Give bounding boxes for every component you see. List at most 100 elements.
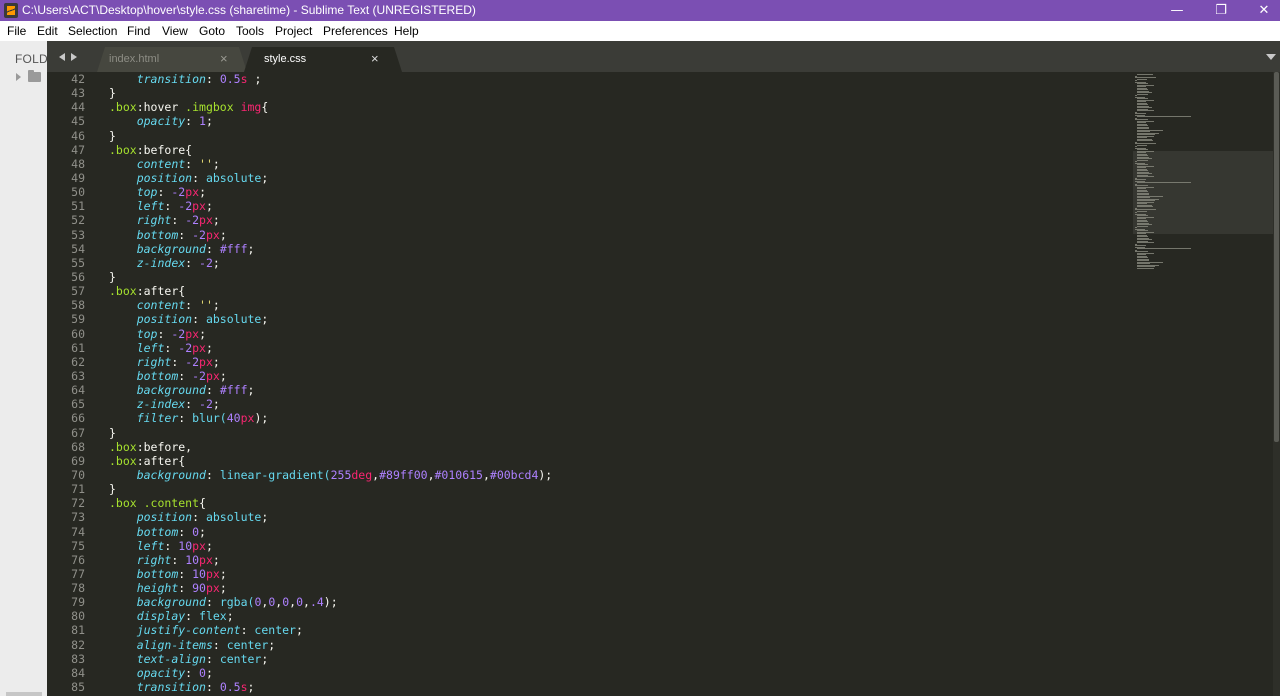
code-line[interactable]: content: ''; bbox=[109, 157, 552, 171]
menu-preferences[interactable]: Preferences bbox=[323, 24, 388, 38]
code-line[interactable]: .box:before, bbox=[109, 440, 552, 454]
maximize-button[interactable]: ❐ bbox=[1199, 0, 1243, 21]
code-line[interactable]: } bbox=[109, 129, 552, 143]
code-line[interactable]: } bbox=[109, 482, 552, 496]
menu-edit[interactable]: Edit bbox=[37, 24, 58, 38]
code-line[interactable]: justify-content: center; bbox=[109, 623, 552, 637]
code-line[interactable]: .box:after{ bbox=[109, 284, 552, 298]
code-line[interactable]: left: 10px; bbox=[109, 539, 552, 553]
code-line[interactable]: background: rgba(0,0,0,0,.4); bbox=[109, 595, 552, 609]
code-token: ); bbox=[254, 411, 269, 426]
code-token: background bbox=[136, 595, 206, 610]
code-token: -2 bbox=[185, 213, 200, 228]
code-token: ; bbox=[261, 651, 269, 666]
code-content[interactable]: transition: 0.5s ;} .box:hover .imgbox im… bbox=[109, 72, 552, 694]
menu-tools[interactable]: Tools bbox=[236, 24, 264, 38]
code-line[interactable]: .box:hover .imgbox img{ bbox=[109, 100, 552, 114]
code-editor[interactable]: 42 43 44 45 46 47 48 49 50 51 52 53 54 55 56 57 58 59 60 61… bbox=[47, 72, 1271, 696]
code-line[interactable]: top: -2px; bbox=[109, 327, 552, 341]
minimap-viewport[interactable] bbox=[1133, 151, 1273, 234]
code-line[interactable]: display: flex; bbox=[109, 609, 552, 623]
menu-goto[interactable]: Goto bbox=[199, 24, 225, 38]
code-line[interactable]: align-items: center; bbox=[109, 638, 552, 652]
folder-icon[interactable] bbox=[28, 70, 41, 82]
code-line[interactable]: content: ''; bbox=[109, 298, 552, 312]
code-token: s bbox=[240, 680, 248, 695]
code-token: ; bbox=[212, 354, 220, 369]
code-token: bottom bbox=[136, 227, 179, 242]
code-token: : bbox=[178, 566, 193, 581]
line-number: 60 bbox=[71, 326, 85, 341]
code-token: { bbox=[199, 496, 206, 511]
code-line[interactable]: text-align: center; bbox=[109, 652, 552, 666]
close-tab-icon[interactable]: × bbox=[371, 51, 379, 66]
code-line[interactable]: .box:after{ bbox=[109, 454, 552, 468]
code-line[interactable]: background: #fff; bbox=[109, 383, 552, 397]
code-line[interactable]: transition: 0.5s ; bbox=[109, 72, 552, 86]
code-line[interactable]: position: absolute; bbox=[109, 312, 552, 326]
menu-view[interactable]: View bbox=[162, 24, 188, 38]
line-number: 55 bbox=[71, 255, 85, 270]
code-line[interactable]: } bbox=[109, 270, 552, 284]
line-number: 48 bbox=[71, 156, 85, 171]
code-line[interactable]: bottom: -2px; bbox=[109, 369, 552, 383]
close-tab-icon[interactable]: × bbox=[220, 51, 228, 66]
code-line[interactable]: background: #fff; bbox=[109, 242, 552, 256]
code-line[interactable]: z-index: -2; bbox=[109, 256, 552, 270]
code-line[interactable]: right: -2px; bbox=[109, 213, 552, 227]
code-line[interactable]: } bbox=[109, 86, 552, 100]
code-token: ; bbox=[205, 340, 213, 355]
menu-file[interactable]: File bbox=[7, 24, 26, 38]
code-token: .box bbox=[109, 100, 137, 115]
code-line[interactable]: z-index: -2; bbox=[109, 397, 552, 411]
code-line[interactable]: } bbox=[109, 426, 552, 440]
code-line[interactable]: filter: blur(40px); bbox=[109, 411, 552, 425]
code-line[interactable]: position: absolute; bbox=[109, 510, 552, 524]
code-line[interactable]: left: -2px; bbox=[109, 341, 552, 355]
code-line[interactable]: opacity: 0; bbox=[109, 666, 552, 680]
tab-nav-right-icon[interactable] bbox=[71, 53, 77, 61]
code-line[interactable]: right: 10px; bbox=[109, 553, 552, 567]
code-token: background bbox=[136, 241, 206, 256]
code-line[interactable]: bottom: 0; bbox=[109, 525, 552, 539]
minimize-button[interactable]: — bbox=[1155, 0, 1199, 21]
code-token: top bbox=[136, 185, 158, 200]
scrollbar-thumb[interactable] bbox=[1274, 72, 1279, 442]
code-token: ; bbox=[205, 538, 213, 553]
vertical-scrollbar[interactable] bbox=[1273, 72, 1280, 696]
code-line[interactable]: position: absolute; bbox=[109, 171, 552, 185]
code-line[interactable]: transition: 0.5s; bbox=[109, 680, 552, 694]
minimap-line bbox=[1137, 110, 1155, 111]
line-number: 64 bbox=[71, 383, 85, 398]
code-line[interactable]: opacity: 1; bbox=[109, 114, 552, 128]
code-line[interactable]: bottom: -2px; bbox=[109, 228, 552, 242]
sidebar-scrollbar[interactable] bbox=[6, 692, 42, 696]
menu-find[interactable]: Find bbox=[127, 24, 150, 38]
code-line[interactable]: .box:before{ bbox=[109, 143, 552, 157]
code-line[interactable]: left: -2px; bbox=[109, 199, 552, 213]
code-token: position bbox=[136, 510, 193, 525]
close-window-button[interactable]: ✕ bbox=[1242, 0, 1280, 21]
code-token: ; bbox=[212, 298, 220, 313]
minimap[interactable] bbox=[1133, 72, 1273, 272]
tab-index-html[interactable]: index.html × bbox=[97, 47, 247, 72]
code-line[interactable]: background: linear-gradient(255deg,#89ff… bbox=[109, 468, 553, 482]
tab-nav-left-icon[interactable] bbox=[59, 53, 65, 61]
code-line[interactable]: bottom: 10px; bbox=[109, 567, 552, 581]
code-line[interactable]: top: -2px; bbox=[109, 185, 552, 199]
menu-project[interactable]: Project bbox=[275, 24, 312, 38]
tab-style-css[interactable]: style.css × bbox=[244, 47, 402, 72]
menu-help[interactable]: Help bbox=[394, 24, 419, 38]
code-line[interactable]: right: -2px; bbox=[109, 355, 552, 369]
line-number: 82 bbox=[71, 637, 85, 652]
code-line[interactable]: height: 90px; bbox=[109, 581, 552, 595]
code-line[interactable]: .box .content{ bbox=[109, 496, 552, 510]
code-token: ; bbox=[212, 213, 220, 228]
expand-arrow-icon[interactable] bbox=[16, 73, 21, 81]
menu-selection[interactable]: Selection bbox=[68, 24, 117, 38]
code-token: : bbox=[205, 680, 220, 695]
code-token: } bbox=[109, 86, 116, 101]
tab-list-dropdown-icon[interactable] bbox=[1266, 54, 1276, 60]
